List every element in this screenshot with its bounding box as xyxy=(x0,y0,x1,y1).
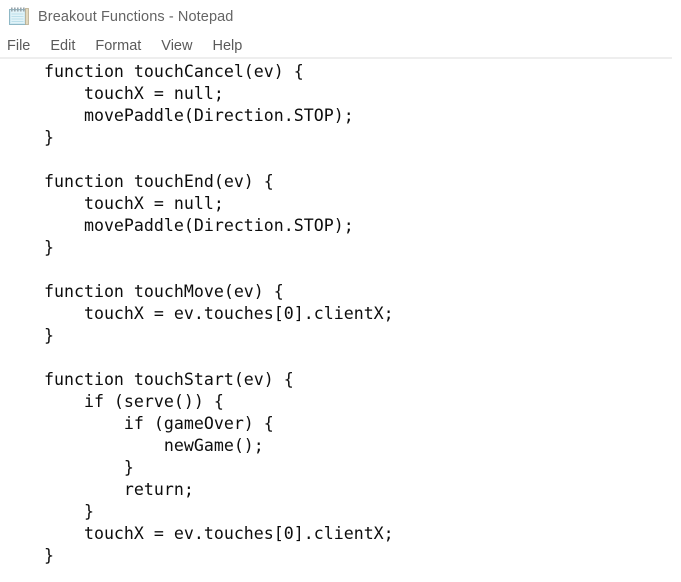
menu-item-help[interactable]: Help xyxy=(212,36,242,56)
menu-item-format[interactable]: Format xyxy=(95,36,141,56)
menu-bar: File Edit Format View Help xyxy=(0,33,681,58)
menu-item-edit[interactable]: Edit xyxy=(50,36,75,56)
notepad-icon xyxy=(9,7,29,25)
editor-content[interactable]: function touchCancel(ev) { touchX = null… xyxy=(0,59,681,567)
menu-item-file[interactable]: File xyxy=(7,36,30,56)
title-bar: Breakout Functions - Notepad xyxy=(0,0,681,33)
text-editor-area[interactable]: function touchCancel(ev) { touchX = null… xyxy=(0,59,681,582)
menu-item-view[interactable]: View xyxy=(161,36,192,56)
window-title: Breakout Functions - Notepad xyxy=(38,8,234,25)
